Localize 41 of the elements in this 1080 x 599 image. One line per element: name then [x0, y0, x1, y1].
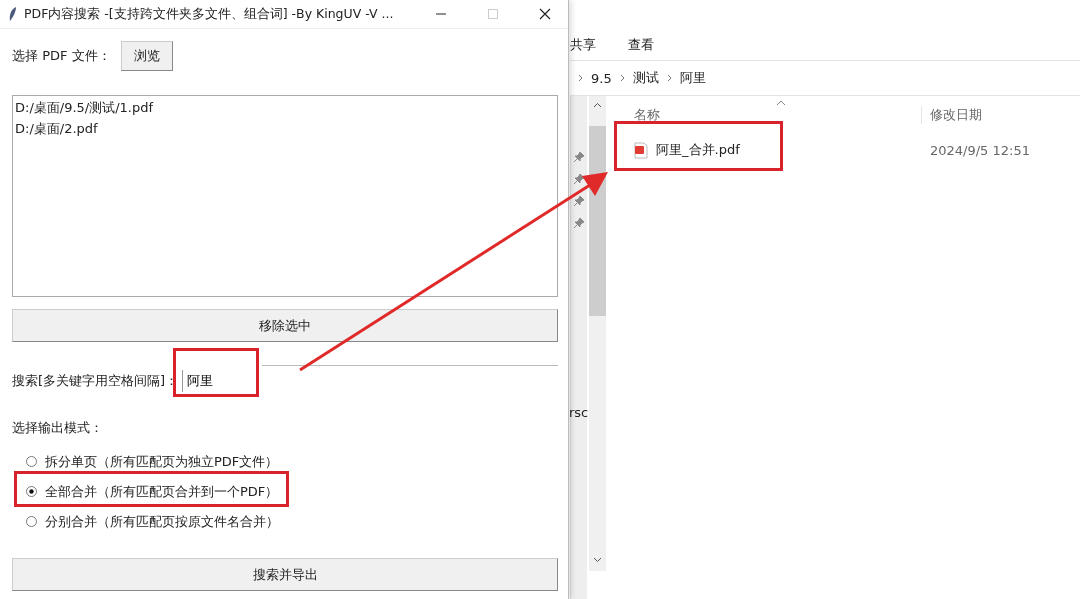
- column-header[interactable]: 名称: [626, 106, 921, 124]
- export-button[interactable]: 搜索并导出: [12, 558, 558, 591]
- field-label: 搜索[多关键字用空格间隔]：: [12, 372, 179, 390]
- file-date: 2024/9/5 12:51: [929, 142, 1030, 158]
- column-header[interactable]: 修改日期: [921, 106, 982, 124]
- section-label: 选择输出模式：: [12, 419, 104, 437]
- file-list[interactable]: D:/桌面/9.5/测试/1.pdf D:/桌面/2.pdf: [12, 95, 558, 297]
- file-path[interactable]: D:/桌面/2.pdf: [15, 118, 555, 139]
- browse-button[interactable]: 浏览: [120, 41, 173, 71]
- scroll-down-icon[interactable]: [593, 557, 602, 563]
- menu-tab[interactable]: 共享: [570, 36, 596, 54]
- radio-button[interactable]: [26, 515, 37, 527]
- breadcrumb-item[interactable]: 测试: [632, 69, 659, 87]
- chevron-icon: [578, 74, 583, 82]
- remove-button[interactable]: 移除选中: [12, 309, 558, 342]
- file-name[interactable]: 阿里_合并.pdf: [656, 141, 740, 159]
- file-path[interactable]: D:/桌面/9.5/测试/1.pdf: [15, 97, 555, 118]
- scrollbar[interactable]: [589, 96, 606, 571]
- pin-icon: [573, 173, 585, 185]
- breadcrumb-item[interactable]: 阿里: [679, 69, 706, 87]
- pin-icon: [573, 151, 585, 163]
- scroll-up-icon[interactable]: [593, 102, 602, 108]
- pin-icon: [573, 195, 585, 207]
- chevron-icon: [619, 74, 625, 82]
- search-field[interactable]: 阿里: [182, 370, 262, 392]
- radio-button[interactable]: [26, 485, 37, 497]
- pin-icon: [573, 217, 585, 229]
- breadcrumb-item[interactable]: 9.5: [591, 70, 612, 86]
- close-icon[interactable]: [539, 8, 551, 20]
- radio-label[interactable]: 分别合并（所有匹配页按原文件名合并）: [45, 513, 279, 529]
- radio-label[interactable]: 全部合并（所有匹配页合并到一个PDF）: [45, 483, 279, 499]
- window-title: PDF内容搜索 -[支持跨文件夹多文件、组合词] -By KingUV -V ...: [24, 5, 395, 23]
- feather-icon: [8, 6, 18, 22]
- chevron-icon: [666, 74, 672, 82]
- radio-label[interactable]: 拆分单页（所有匹配页为独立PDF文件）: [45, 453, 279, 469]
- sort-icon: [776, 100, 786, 106]
- field-label: 选择 PDF 文件：: [12, 47, 111, 65]
- radio-button[interactable]: [26, 455, 37, 467]
- pdf-file-icon: [634, 141, 648, 159]
- nav-item-text[interactable]: rsc: [569, 405, 589, 420]
- menu-tab[interactable]: 查看: [628, 36, 654, 54]
